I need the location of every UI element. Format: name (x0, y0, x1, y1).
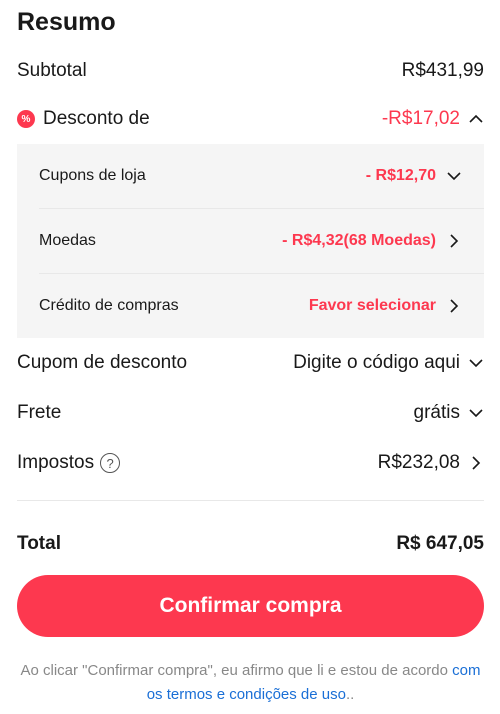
shipping-value-group: grátis (414, 402, 484, 424)
discount-details-panel: Cupons de loja - R$12,70 Moedas - R$4,32… (17, 144, 484, 338)
store-coupons-row[interactable]: Cupons de loja - R$12,70 (39, 144, 462, 208)
terms-disclaimer: Ao clicar "Confirmar compra", eu afirmo … (17, 659, 484, 707)
subtotal-row: Subtotal R$431,99 (17, 57, 484, 85)
discount-value: -R$17,02 (381, 108, 460, 129)
chevron-up-icon[interactable] (468, 111, 484, 127)
chevron-right-icon[interactable] (446, 233, 462, 249)
total-label: Total (17, 533, 61, 554)
subtotal-label: Subtotal (17, 60, 87, 81)
taxes-value-group: R$232,08 (378, 452, 484, 474)
shopping-credit-row[interactable]: Crédito de compras Favor selecionar (39, 274, 462, 338)
coins-value: - R$4,32(68 Moedas) (282, 232, 436, 249)
taxes-value: R$232,08 (377, 452, 460, 473)
disclaimer-suffix: .. (345, 686, 355, 703)
coupon-input[interactable]: Digite o código aqui (293, 352, 460, 374)
total-value: R$ 647,05 (396, 533, 484, 554)
taxes-row[interactable]: Impostos ? R$232,08 (17, 449, 484, 477)
coins-label: Moedas (39, 232, 96, 249)
chevron-right-icon[interactable] (446, 298, 462, 314)
shipping-row[interactable]: Frete grátis (17, 399, 484, 427)
store-coupons-value: - R$12,70 (365, 167, 436, 184)
coupon-label: Cupom de desconto (17, 352, 188, 373)
summary-title: Resumo (17, 8, 116, 36)
subtotal-value: R$431,99 (401, 60, 484, 81)
shipping-value: grátis (413, 402, 460, 423)
divider (17, 500, 484, 501)
total-row: Total R$ 647,05 (17, 527, 484, 561)
coins-value-group: - R$4,32(68 Moedas) (282, 232, 462, 250)
shopping-credit-label: Crédito de compras (39, 297, 179, 314)
store-coupons-value-group: - R$12,70 (366, 167, 462, 185)
shopping-credit-value-group: Favor selecionar (309, 297, 462, 315)
confirm-purchase-button[interactable]: Confirmar compra (17, 575, 484, 637)
discount-icon: % (17, 110, 35, 128)
help-icon[interactable]: ? (100, 453, 121, 473)
coupon-value-group: Digite o código aqui (293, 352, 484, 374)
coupon-row[interactable]: Cupom de desconto Digite o código aqui (17, 349, 484, 377)
disclaimer-text: Ao clicar "Confirmar compra", eu afirmo … (20, 662, 453, 679)
chevron-down-icon[interactable] (446, 168, 462, 184)
discount-label: Desconto de (43, 108, 150, 129)
chevron-down-icon[interactable] (468, 355, 484, 371)
shipping-label: Frete (17, 402, 62, 423)
discount-label-group: % Desconto de (17, 108, 150, 130)
chevron-right-icon[interactable] (468, 455, 484, 471)
store-coupons-label: Cupons de loja (39, 167, 146, 184)
shopping-credit-value: Favor selecionar (308, 297, 436, 314)
chevron-down-icon[interactable] (468, 405, 484, 421)
discount-row[interactable]: % Desconto de -R$17,02 (17, 105, 484, 133)
coins-row[interactable]: Moedas - R$4,32(68 Moedas) (39, 209, 462, 273)
taxes-label: Impostos (17, 452, 95, 473)
discount-value-group: -R$17,02 (382, 108, 484, 130)
taxes-label-group: Impostos ? (17, 452, 121, 474)
